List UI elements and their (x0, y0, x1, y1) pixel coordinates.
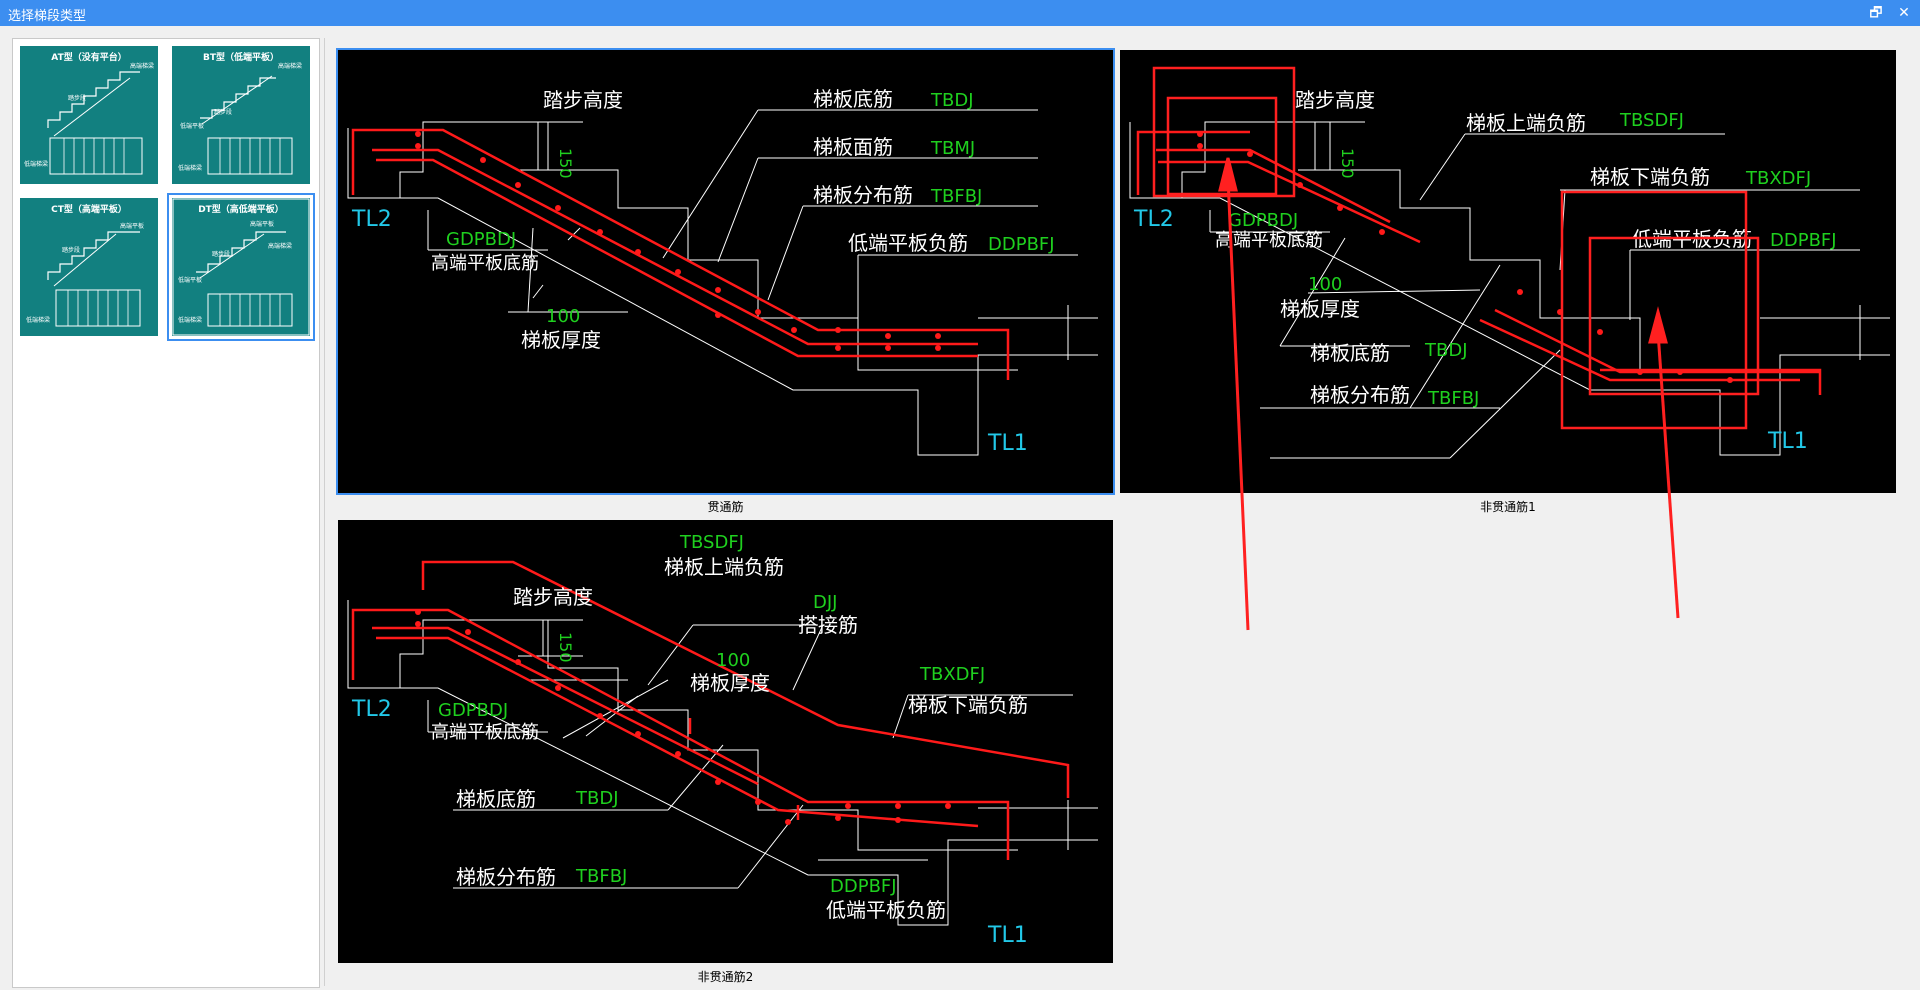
annotation-arrow-2-head (1648, 306, 1668, 344)
annotation-box-lower-inner (1588, 236, 1760, 396)
annotation-arrow-1-head (1218, 157, 1238, 192)
annotation-arrow-1-shaft (1226, 177, 1250, 631)
annotation-overlay (1152, 66, 1760, 631)
annotation-arrow-2-shaft (1656, 331, 1680, 619)
